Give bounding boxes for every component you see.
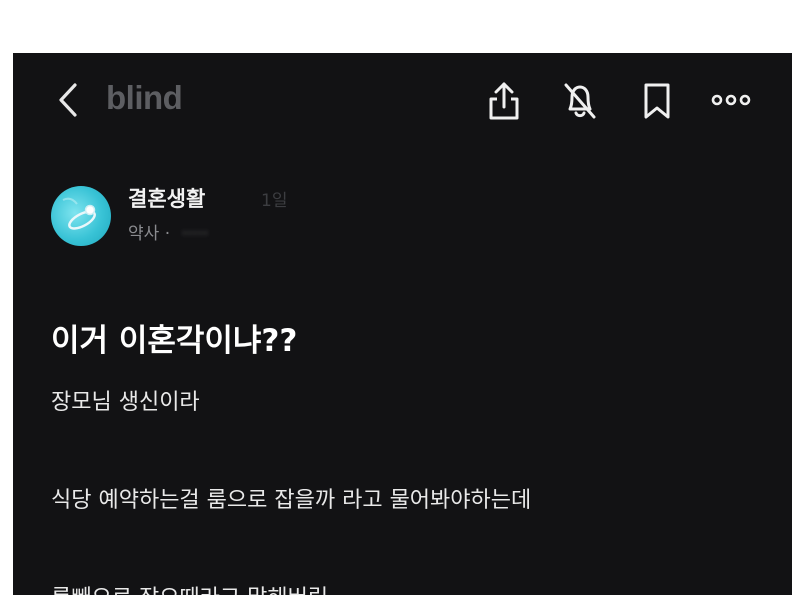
author-job: 약사	[128, 224, 160, 244]
more-horizontal-icon	[711, 94, 751, 106]
author-company-obscured: ·····	[181, 224, 209, 244]
share-icon	[489, 82, 519, 120]
brand-logo[interactable]: blind	[106, 79, 183, 117]
notification-toggle-button[interactable]	[560, 79, 600, 123]
bookmark-button[interactable]	[637, 79, 677, 123]
share-button[interactable]	[484, 79, 524, 123]
app-screen: blind 결혼생활 1일 약사 · ····· 이거 이혼각이냐?? 장모님 …	[13, 53, 792, 595]
top-bar: blind	[13, 53, 792, 149]
chevron-left-icon	[59, 83, 77, 117]
bookmark-icon	[644, 83, 670, 119]
author-name[interactable]: 결혼생활	[128, 183, 205, 213]
post-line: 룸빼으로 잡으때라고 말해버림	[51, 580, 328, 595]
author-meta: 약사 · ·····	[128, 219, 209, 244]
meta-separator: ·	[164, 224, 171, 244]
post-time: 1일	[261, 191, 288, 211]
ring-image-icon	[62, 197, 96, 230]
back-button[interactable]	[51, 79, 85, 121]
post-title: 이거 이혼각이냐??	[51, 323, 298, 359]
post-line: 식당 예약하는걸 룸으로 잡을까 라고 물어봐야하는데	[51, 488, 532, 513]
bell-off-icon	[564, 83, 596, 119]
more-options-button[interactable]	[710, 79, 751, 123]
author-info: 결혼생활 1일 약사 · ·····	[51, 183, 451, 247]
post-body: 장모님 생신이라 식당 예약하는걸 룸으로 잡을까 라고 물어봐야하는데 룸빼으…	[51, 384, 771, 595]
avatar[interactable]	[51, 186, 111, 246]
post-line: 장모님 생신이라	[51, 390, 200, 415]
